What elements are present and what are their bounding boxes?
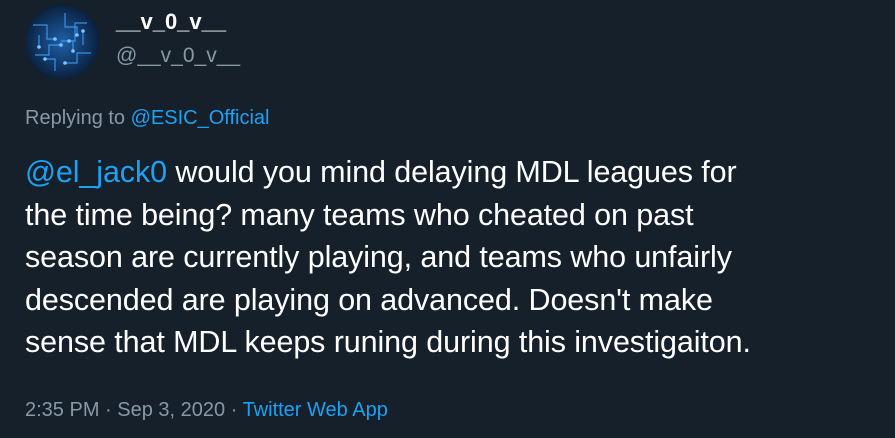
tweet-text-line: @el_jack0 would you mind delaying MDL le… [25,151,885,194]
tweet-text-segment: would you mind delaying MDL leagues for [166,155,737,189]
tweet-card: __v_0_v__ @__v_0_v__ Replying to @ESIC_O… [0,0,895,438]
meta-separator: · [99,399,118,421]
mention-link[interactable]: @el_jack0 [25,155,167,189]
tweet-text-line: season are currently playing, and teams … [25,240,732,274]
meta-separator: · [225,399,243,421]
tweet-text-line: the time being? many teams who cheated o… [25,197,694,232]
tweet-text-line: sense that MDL keeps runing during this … [25,325,751,359]
replying-to-prefix: Replying to [25,107,126,129]
user-handle[interactable]: @__v_0_v__ [116,42,240,70]
avatar[interactable] [25,5,99,79]
tweet-text-line: descended are playing on advanced. Doesn… [25,282,713,317]
tweet-date[interactable]: Sep 3, 2020 [117,399,225,421]
replying-to-link[interactable]: @ESIC_Official [131,107,270,129]
tweet-text: @el_jack0 would you mind delaying MDL le… [25,151,885,364]
replying-to: Replying to @ESIC_Official [25,104,270,132]
tweet-meta: 2:35 PM · Sep 3, 2020 · Twitter Web App [25,396,388,424]
circuit-board-avatar-icon [25,5,99,79]
tweet-time[interactable]: 2:35 PM [25,399,99,421]
display-name[interactable]: __v_0_v__ [116,8,226,36]
tweet-source-link[interactable]: Twitter Web App [243,399,388,421]
